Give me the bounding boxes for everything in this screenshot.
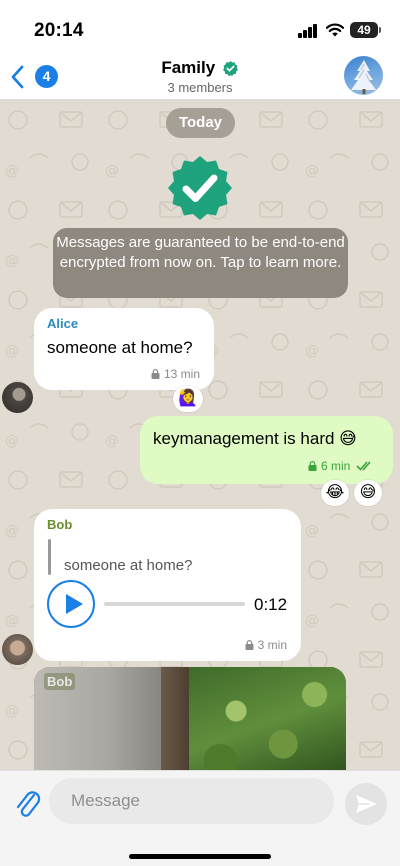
reaction-badge[interactable]: 😅 xyxy=(354,480,382,506)
message-text: keymanagement is hard 😅 xyxy=(153,429,357,448)
image-message[interactable]: Bob xyxy=(34,667,346,770)
status-bar: 20:14 49 xyxy=(0,0,400,50)
image-foliage xyxy=(189,667,346,770)
message-time: 6 min xyxy=(321,459,351,473)
home-indicator xyxy=(129,854,271,859)
reaction-badge[interactable]: 😂 xyxy=(321,480,349,506)
wifi-icon xyxy=(325,23,345,37)
quoted-text[interactable]: someone at home? xyxy=(64,557,192,574)
battery-icon: 49 xyxy=(350,22,381,38)
sender-name: Bob xyxy=(44,673,76,690)
message-bubble-outgoing[interactable]: keymanagement is hard 😅 6 min xyxy=(140,416,393,484)
message-placeholder: Message xyxy=(71,791,140,810)
lock-icon xyxy=(151,369,160,379)
message-input[interactable]: Message xyxy=(49,778,334,824)
send-button[interactable] xyxy=(345,783,387,825)
message-meta: 3 min xyxy=(245,638,287,652)
message-time: 13 min xyxy=(163,367,200,381)
chat-subtitle: 3 members xyxy=(167,80,233,95)
avatar-bob[interactable] xyxy=(2,634,33,665)
paperclip-icon[interactable] xyxy=(14,787,42,821)
sender-name: Alice xyxy=(47,316,79,331)
sender-name: Bob xyxy=(47,517,73,532)
encryption-notice[interactable]: Messages are guaranteed to be end-to-end… xyxy=(53,228,348,298)
message-bubble-bob-audio[interactable]: Bob someone at home? 0:12 3 min xyxy=(34,509,301,661)
double-check-icon xyxy=(356,461,371,471)
quote-bar xyxy=(48,539,51,575)
composer-bar: Message xyxy=(0,770,400,866)
audio-progress-track[interactable] xyxy=(104,602,245,606)
avatar-alice[interactable] xyxy=(2,382,33,413)
encryption-verified-icon xyxy=(168,156,232,220)
date-separator: Today xyxy=(166,108,235,138)
message-text: someone at home? xyxy=(47,338,193,357)
play-button[interactable] xyxy=(47,580,95,628)
verified-icon xyxy=(222,60,238,76)
signal-icon xyxy=(298,24,318,38)
send-icon xyxy=(356,795,377,813)
title-wrap[interactable]: Family xyxy=(0,58,400,78)
chat-header: 4 Family 3 members xyxy=(0,50,400,100)
chat-area[interactable]: @ Today Messages are guaranteed to be en… xyxy=(0,100,400,770)
chat-title[interactable]: Family xyxy=(161,58,215,78)
reaction-badge[interactable]: 🙋‍♀️ xyxy=(173,386,203,412)
group-avatar[interactable] xyxy=(344,56,383,95)
status-time: 20:14 xyxy=(34,20,84,41)
message-meta: 6 min xyxy=(308,459,376,473)
audio-duration: 0:12 xyxy=(254,595,288,614)
message-time: 3 min xyxy=(257,638,287,652)
image-post xyxy=(161,667,189,770)
message-bubble-alice[interactable]: Alice someone at home? 13 min xyxy=(34,308,214,390)
lock-icon xyxy=(308,461,317,471)
message-meta: 13 min xyxy=(151,367,200,381)
lock-icon xyxy=(245,640,254,650)
